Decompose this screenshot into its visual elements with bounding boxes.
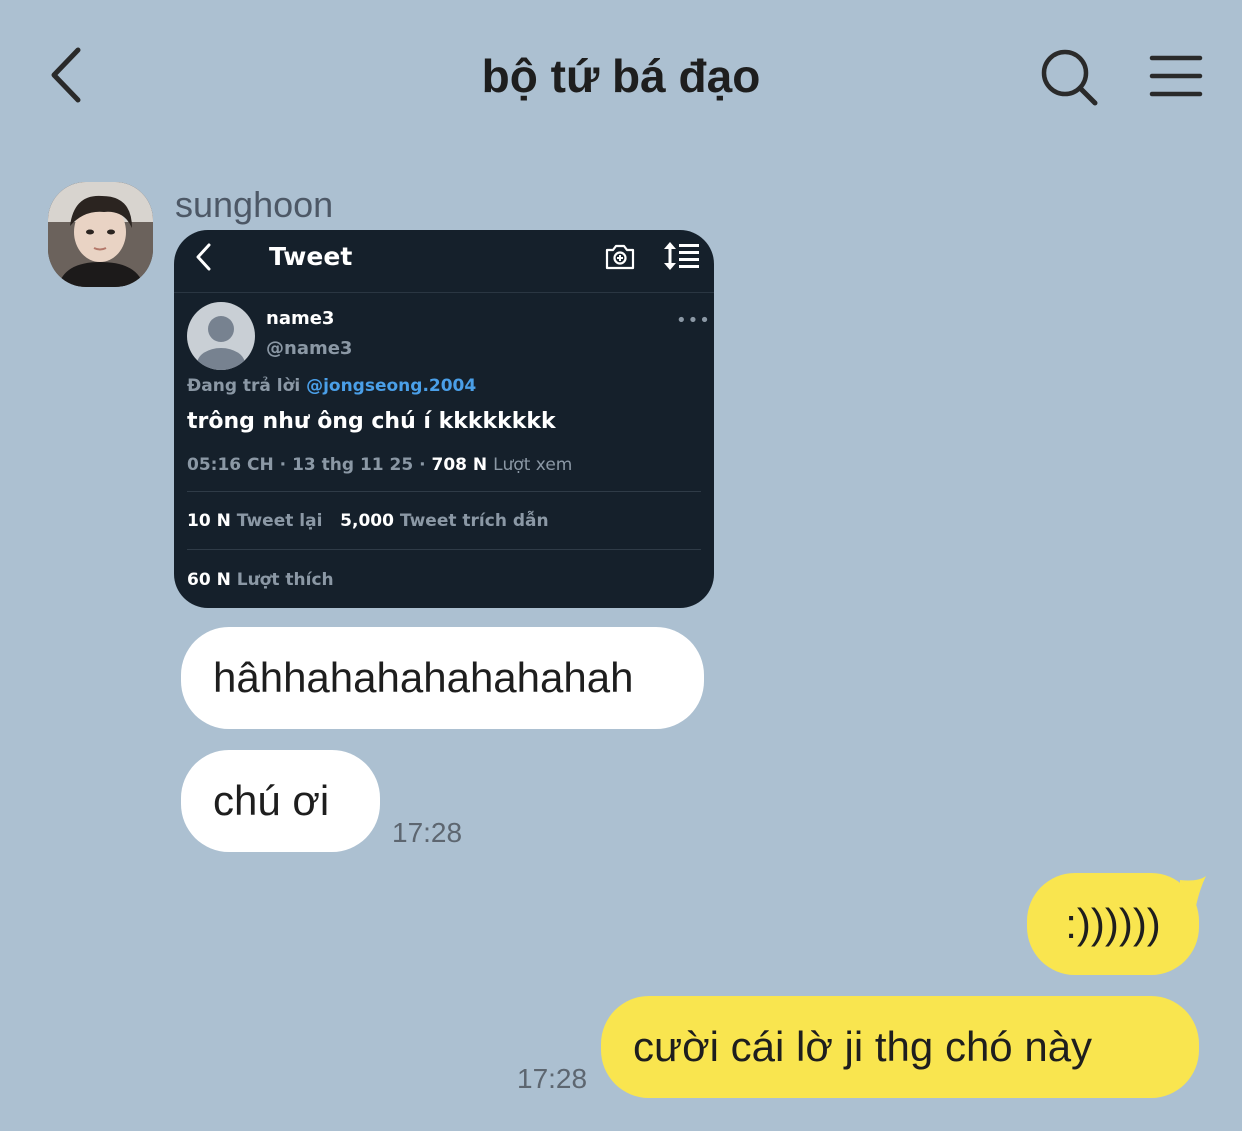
reply-prefix: Đang trả lời	[187, 376, 301, 396]
tweet-meta: 05:16 CH · 13 thg 11 25 · 708 N Lượt xem	[187, 455, 573, 475]
back-button[interactable]	[44, 44, 90, 106]
tweet-author-handle: @name3	[266, 338, 353, 359]
quotes-label: Tweet trích dẫn	[399, 511, 549, 531]
search-button[interactable]	[1038, 46, 1100, 108]
tweet-time: 05:16 CH	[187, 455, 274, 475]
tweet-header-title: Tweet	[269, 242, 353, 271]
person-photo-icon	[48, 182, 153, 287]
message-timestamp: 17:28	[517, 1063, 588, 1094]
outgoing-message-bubble[interactable]: :))))))	[1027, 873, 1199, 975]
likes-label: Lượt thích	[236, 570, 334, 590]
reply-mention: @jongseong.2004	[306, 376, 477, 396]
message-timestamp: 17:28	[392, 817, 463, 848]
incoming-message-bubble[interactable]: chú ơi	[181, 750, 380, 852]
chat-title: bộ tứ bá đạo	[481, 50, 761, 102]
tweet-text: trông như ông chú í kkkkkkkk	[187, 409, 556, 434]
retweets-count: 10 N	[187, 511, 231, 531]
incoming-message-bubble[interactable]: hâhhahahahahahahah	[181, 627, 704, 729]
tweet-date: 13 thg 11 25	[292, 455, 414, 475]
more-options-icon: •••	[676, 310, 711, 331]
hamburger-menu-icon	[1149, 55, 1203, 97]
chevron-left-icon	[51, 47, 81, 103]
tweet-author-name: name3	[266, 308, 335, 329]
likes-count: 60 N	[187, 570, 231, 590]
tweet-screenshot-card[interactable]: Tweet name3 @name3 ••• Đang trả lời @jon…	[174, 230, 714, 608]
quotes-count: 5,000	[340, 511, 394, 531]
tweet-reply-line: Đang trả lời @jongseong.2004	[187, 375, 476, 397]
tweet-likes-row: 60 N Lượt thích	[187, 569, 334, 591]
sort-icon	[664, 240, 700, 272]
divider	[187, 549, 701, 550]
retweets-label: Tweet lại	[236, 511, 323, 531]
sender-name: sunghoon	[175, 184, 334, 225]
tweet-back-icon	[194, 242, 214, 272]
search-icon	[1041, 49, 1098, 106]
tweet-views-count: 708 N	[431, 455, 488, 475]
menu-button[interactable]	[1148, 50, 1204, 102]
camera-icon	[604, 240, 636, 272]
sender-avatar[interactable]	[48, 182, 153, 287]
outgoing-message-bubble[interactable]: cười cái lờ ji thg chó này	[601, 996, 1199, 1098]
tweet-stats-row: 10 N Tweet lại 5,000 Tweet trích dẫn	[187, 510, 549, 532]
divider	[187, 491, 701, 492]
tweet-author-avatar	[187, 302, 255, 370]
tweet-views-label: Lượt xem	[493, 455, 573, 475]
